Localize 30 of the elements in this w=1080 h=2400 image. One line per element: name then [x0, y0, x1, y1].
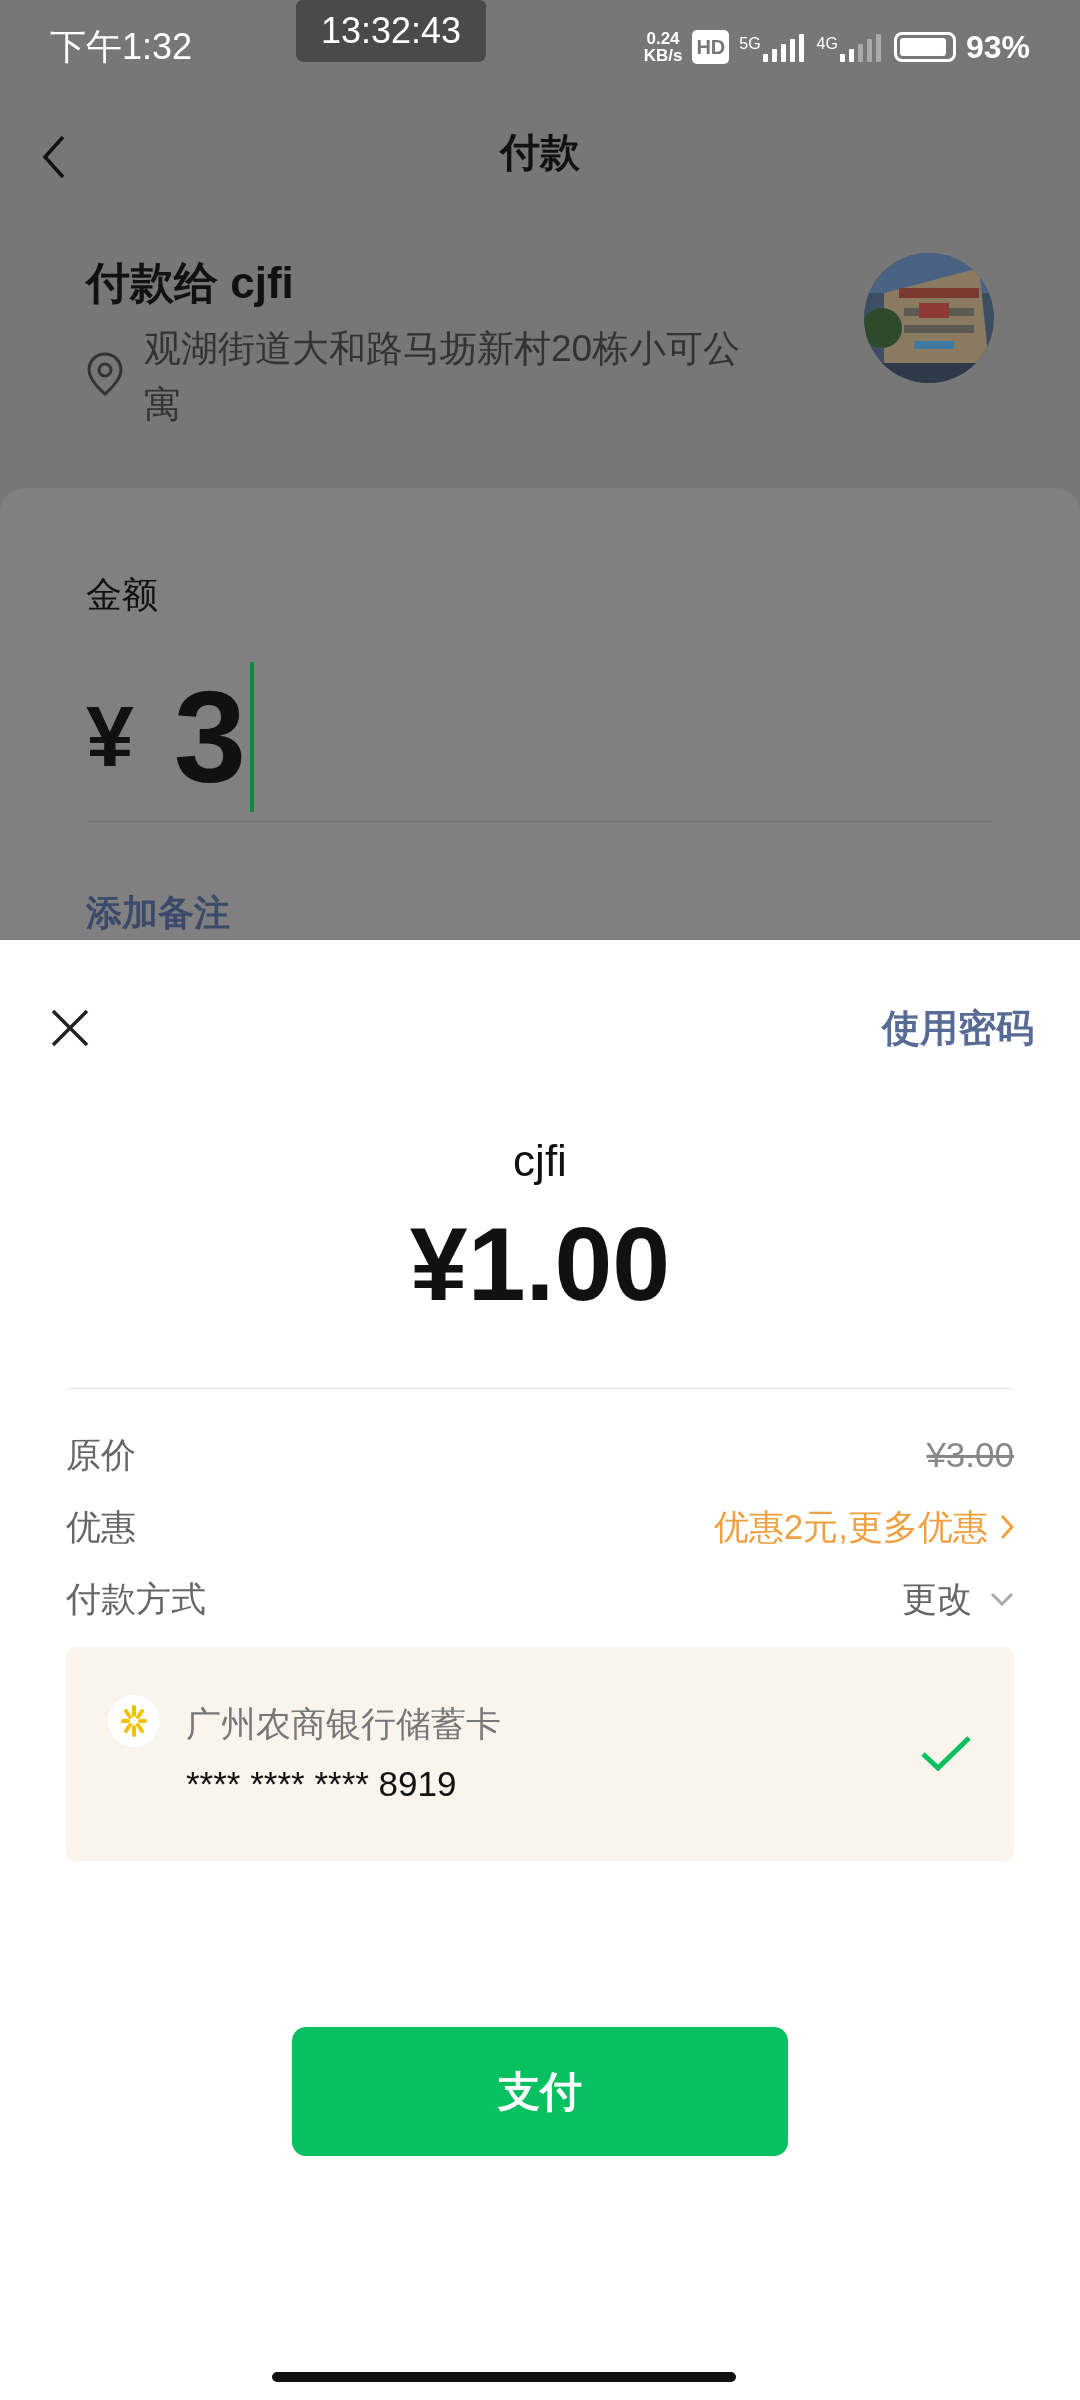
bank-logo-icon	[108, 1695, 160, 1747]
network-speed: 0.24 KB/s	[643, 30, 683, 65]
amount-label: 金额	[86, 573, 159, 617]
clock-overlay: 13:32:43	[296, 0, 486, 62]
signal-icon	[839, 32, 884, 63]
bank-card-name: 广州农商银行储蓄卡	[186, 1702, 502, 1745]
chevron-down-icon	[990, 1592, 1014, 1606]
location-pin-icon	[86, 350, 124, 397]
change-method-button[interactable]: 更改	[902, 1572, 1014, 1626]
payee-address: 观湖街道大和路马坜新村20栋小可公寓	[144, 326, 742, 427]
payee-name: cjfi	[513, 1135, 567, 1187]
card-number: **** **** **** 8919	[186, 1763, 458, 1805]
payee-title: 付款给 cjfi	[86, 256, 295, 309]
network-label: 4G	[816, 34, 838, 55]
status-time: 下午1:32	[50, 25, 193, 70]
hd-badge: HD	[692, 30, 730, 65]
use-password-link[interactable]: 使用密码	[882, 999, 1034, 1057]
network-label: 5G	[739, 34, 761, 55]
row-label: 优惠	[66, 1505, 136, 1548]
pay-amount: ¥1.00	[409, 1205, 671, 1324]
row-label: 付款方式	[66, 1577, 206, 1620]
battery-icon	[893, 32, 956, 63]
amount-field[interactable]: ¥ 3	[86, 652, 994, 822]
original-price: ¥3.00	[926, 1433, 1014, 1476]
signal-icon	[762, 32, 807, 63]
row-label: 原价	[66, 1433, 136, 1476]
page-title: 付款	[500, 128, 580, 176]
battery-percent: 93%	[965, 28, 1030, 68]
bank-card-option[interactable]: 广州农商银行储蓄卡 **** **** **** 8919	[66, 1647, 1014, 1861]
chevron-right-icon	[1000, 1514, 1014, 1540]
